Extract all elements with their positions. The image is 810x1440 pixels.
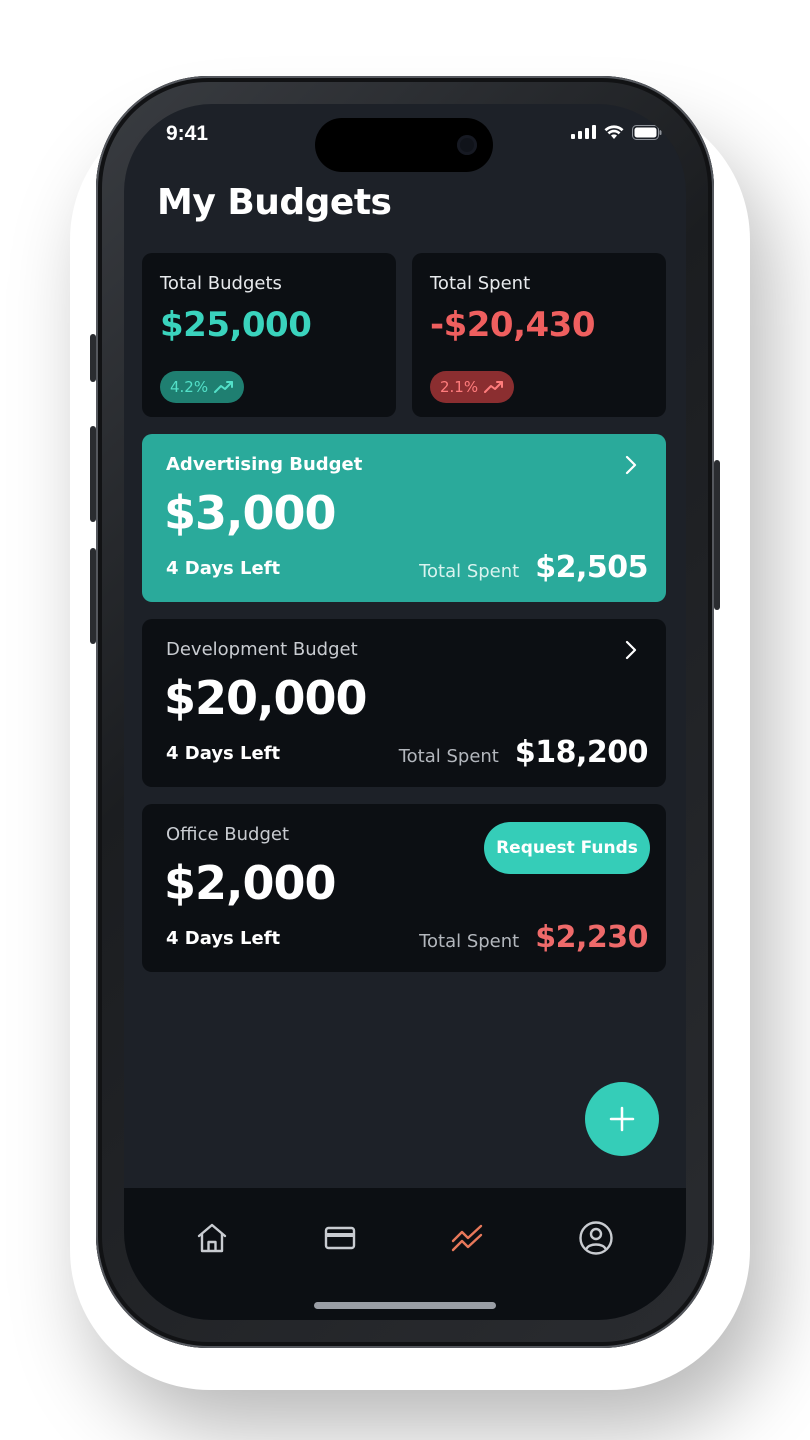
- total-spent-change-badge: 2.1%: [430, 371, 515, 403]
- total-budgets-change-badge: 4.2%: [160, 371, 245, 403]
- signal-icon: [571, 125, 596, 139]
- budget-card-office[interactable]: Office Budget Request Funds $2,000 4 Day…: [142, 804, 666, 972]
- nav-cards[interactable]: [320, 1218, 360, 1258]
- total-spent-amount: -$20,430: [430, 305, 595, 345]
- plus-icon: [609, 1106, 635, 1132]
- nav-home[interactable]: [192, 1218, 232, 1258]
- budget-name: Development Budget: [166, 639, 358, 660]
- spent-value: $18,200: [514, 735, 649, 770]
- spent-summary: Total Spent $2,505: [419, 550, 648, 585]
- budget-amount: $3,000: [164, 486, 337, 540]
- total-budgets-change: 4.2%: [170, 378, 209, 396]
- chevron-right-icon[interactable]: [620, 639, 642, 661]
- budget-amount: $2,000: [164, 856, 337, 910]
- bottom-nav: [124, 1188, 686, 1320]
- trend-up-icon: [214, 381, 234, 393]
- total-spent-card: Total Spent -$20,430 2.1%: [412, 253, 666, 417]
- days-left: 4 Days Left: [166, 928, 281, 949]
- total-spent-change: 2.1%: [440, 378, 479, 396]
- budget-amount: $20,000: [164, 671, 368, 725]
- spent-label: Total Spent: [419, 561, 520, 582]
- total-budgets-card: Total Budgets $25,000 4.2%: [142, 253, 396, 417]
- total-budgets-label: Total Budgets: [160, 273, 282, 294]
- nav-analytics[interactable]: [448, 1218, 488, 1258]
- budget-card-advertising[interactable]: Advertising Budget $3,000 4 Days Left To…: [142, 434, 666, 602]
- page-title: My Budgets: [157, 182, 392, 223]
- spent-summary: Total Spent $18,200: [398, 735, 649, 770]
- home-icon: [197, 1223, 227, 1253]
- camera-icon: [457, 135, 477, 155]
- status-time: 9:41: [166, 122, 209, 145]
- request-funds-button[interactable]: Request Funds: [484, 822, 650, 874]
- total-budgets-amount: $25,000: [160, 305, 312, 345]
- nav-profile[interactable]: [576, 1218, 616, 1258]
- spent-summary: Total Spent $2,230: [419, 920, 648, 955]
- spent-value: $2,505: [535, 550, 648, 585]
- budget-card-development[interactable]: Development Budget $20,000 4 Days Left T…: [142, 619, 666, 787]
- battery-icon: [632, 124, 662, 140]
- status-icons: [571, 124, 662, 140]
- wifi-icon: [604, 125, 624, 139]
- card-icon: [324, 1226, 356, 1250]
- days-left: 4 Days Left: [166, 743, 281, 764]
- profile-icon: [579, 1221, 613, 1255]
- stage: 9:41 My Budgets Total Budgets $25,000 4.…: [0, 0, 810, 1440]
- analytics-icon: [451, 1224, 483, 1252]
- dynamic-island: [315, 118, 493, 172]
- budget-name: Office Budget: [166, 824, 290, 845]
- spent-label: Total Spent: [419, 931, 520, 952]
- trend-up-icon: [484, 381, 504, 393]
- spent-value-over-budget: $2,230: [535, 920, 648, 955]
- total-spent-label: Total Spent: [430, 273, 531, 294]
- budget-name: Advertising Budget: [166, 454, 363, 475]
- power-button: [714, 460, 720, 610]
- spent-label: Total Spent: [398, 746, 499, 767]
- phone-screen: 9:41 My Budgets Total Budgets $25,000 4.…: [124, 104, 686, 1320]
- home-indicator[interactable]: [314, 1302, 496, 1309]
- add-budget-button[interactable]: [585, 1082, 659, 1156]
- chevron-right-icon[interactable]: [620, 454, 642, 476]
- days-left: 4 Days Left: [166, 558, 281, 579]
